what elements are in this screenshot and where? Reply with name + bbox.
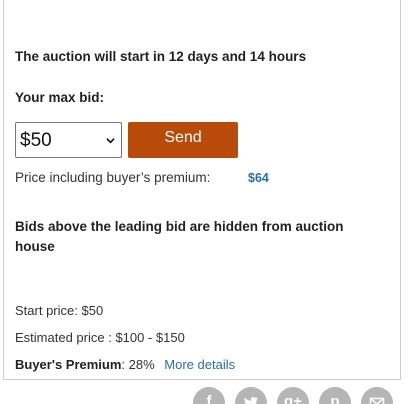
- share-pinterest-button[interactable]: p: [319, 387, 351, 404]
- twitter-icon: [244, 397, 258, 404]
- max-bid-select[interactable]: $50: [15, 122, 122, 158]
- auction-start-notice: The auction will start in 12 days and 14…: [15, 49, 307, 64]
- facebook-icon: f: [206, 393, 212, 404]
- share-google-plus-button[interactable]: g+: [277, 387, 309, 404]
- hidden-bids-notice: Bids above the leading bid are hidden fr…: [15, 219, 344, 254]
- buyers-premium-value: : 28%: [121, 357, 155, 372]
- bid-panel: The auction will start in 12 days and 14…: [3, 0, 401, 380]
- estimated-price-value: $100 - $150: [115, 330, 185, 345]
- max-bid-label: Your max bid:: [15, 90, 105, 105]
- send-bid-button[interactable]: Send: [128, 122, 238, 158]
- estimated-price-label: Estimated price :: [15, 330, 112, 345]
- email-icon: [369, 397, 385, 404]
- start-price-row: Start price: $50: [15, 303, 103, 318]
- buyers-premium-row: Buyer's Premium: 28% More details: [15, 357, 235, 372]
- price-with-premium-label: Price including buyer’s premium:: [15, 170, 211, 185]
- share-email-button[interactable]: [361, 387, 393, 404]
- share-facebook-button[interactable]: f: [193, 387, 225, 404]
- estimated-price-row: Estimated price : $100 - $150: [15, 330, 185, 345]
- price-with-premium-value: $64: [248, 171, 269, 185]
- chevron-down-icon: [106, 138, 115, 144]
- start-price-value: $50: [81, 303, 104, 318]
- max-bid-selected-value: $50: [20, 130, 52, 151]
- share-twitter-button[interactable]: [235, 387, 267, 404]
- pinterest-icon: p: [330, 393, 340, 404]
- start-price-label: Start price:: [15, 303, 78, 318]
- more-details-link[interactable]: More details: [164, 357, 235, 372]
- google-plus-icon: g+: [284, 393, 302, 404]
- auction-page: The auction will start in 12 days and 14…: [0, 0, 420, 404]
- buyers-premium-label: Buyer's Premium: [15, 357, 122, 372]
